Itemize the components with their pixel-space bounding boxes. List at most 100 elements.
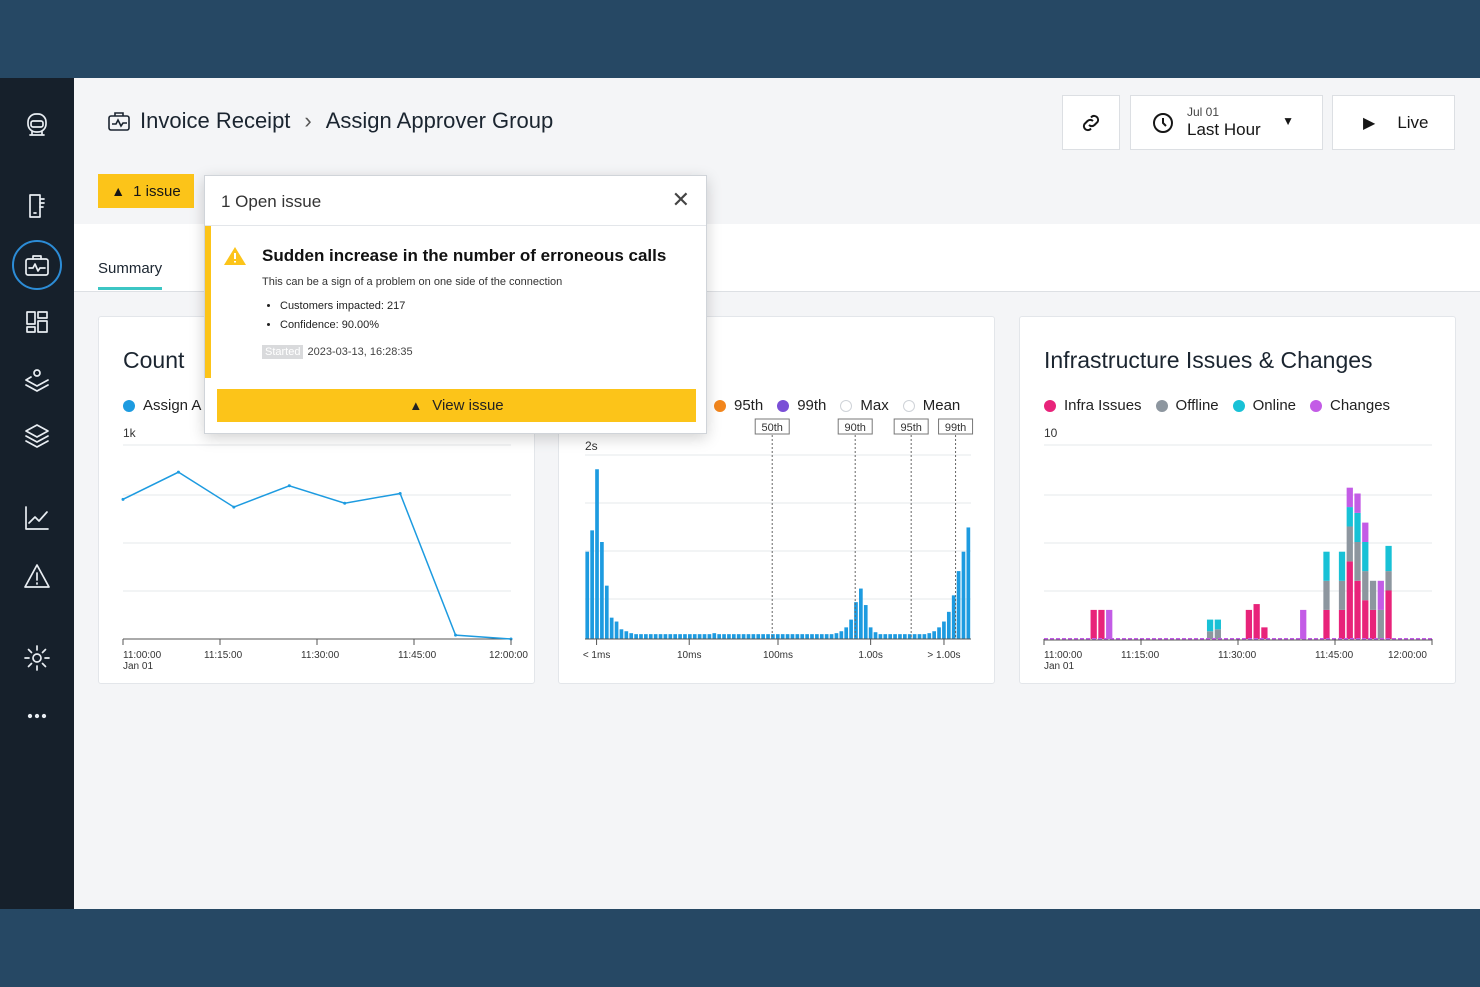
histogram-bar xyxy=(717,634,722,639)
histogram-bar xyxy=(854,602,858,639)
percentile-marker-label: 50th xyxy=(761,422,782,434)
histogram-bar xyxy=(775,634,780,639)
histogram-bar xyxy=(644,634,648,639)
breadcrumb-current: Assign Approver Group xyxy=(325,108,554,133)
x-tick-label: 1.00s xyxy=(858,650,882,661)
stacked-bar-segment xyxy=(1362,542,1369,572)
histogram-bar xyxy=(937,627,941,639)
histogram-bar xyxy=(868,627,873,639)
more-icon[interactable] xyxy=(19,698,55,734)
time-date: Jul 01 xyxy=(1187,105,1220,120)
histogram-bar xyxy=(902,634,907,639)
stacked-bar-segment xyxy=(1369,580,1377,610)
robot-icon[interactable] xyxy=(19,106,55,142)
issue-chip[interactable]: ▲ 1 issue xyxy=(98,174,194,208)
popup-header: 1 Open issue ✕ xyxy=(205,176,706,226)
x-tick-label: 12:00:00 xyxy=(489,650,528,661)
percentile-marker-label: 95th xyxy=(900,422,921,434)
view-issue-button[interactable]: ▲ View issue xyxy=(217,389,696,422)
histogram-bar xyxy=(648,634,653,639)
document-icon[interactable] xyxy=(19,188,55,224)
x-tick-label: > 1.00s xyxy=(927,650,960,661)
issue-chip-label: 1 issue xyxy=(133,182,181,200)
histogram-bar xyxy=(619,629,624,639)
histogram-bar xyxy=(849,619,853,639)
copy-link-button[interactable] xyxy=(1062,95,1120,150)
x-tick-label: 11:45:00 xyxy=(1315,650,1354,661)
sidebar xyxy=(0,78,74,909)
stacked-bar-segment xyxy=(1323,551,1330,581)
x-tick-label: < 1ms xyxy=(583,650,611,661)
x-tick-label: 11:30:00 xyxy=(301,650,340,661)
stacked-bar-segment xyxy=(1106,609,1113,639)
time-range-select[interactable]: Jul 01 Last Hour ▼ xyxy=(1130,95,1323,150)
alert-icon[interactable] xyxy=(19,558,55,594)
x-tick-sub-label: Jan 01 xyxy=(1044,661,1074,672)
histogram-bar xyxy=(951,595,956,639)
histogram-bar xyxy=(707,634,712,639)
infra-card: Infrastructure Issues & Changes Infra Is… xyxy=(1019,316,1456,684)
histogram-bar xyxy=(790,634,795,639)
histogram-bar xyxy=(658,634,663,639)
open-issue-popup: 1 Open issue ✕ Sudden increase in the nu… xyxy=(204,175,707,434)
stacked-bar-segment xyxy=(1362,571,1369,601)
tab-summary[interactable]: Summary xyxy=(98,260,163,290)
stacked-bar-segment xyxy=(1214,629,1221,639)
x-tick-label: 11:45:00 xyxy=(398,650,437,661)
histogram-bar xyxy=(756,634,761,639)
gear-icon[interactable] xyxy=(19,640,55,676)
x-tick-label: 11:15:00 xyxy=(204,650,243,661)
histogram-bar xyxy=(722,634,726,639)
view-issue-label: View issue xyxy=(432,397,504,414)
histogram-bar xyxy=(668,634,673,639)
histogram-bar xyxy=(663,634,668,639)
x-tick-sub-label: Jan 01 xyxy=(123,661,153,672)
warning-icon: ▲ xyxy=(409,398,423,413)
stacked-bar-segment xyxy=(1354,542,1361,581)
stacked-bar-segment xyxy=(1346,487,1353,508)
stacked-bar-segment xyxy=(1206,631,1214,639)
stacked-bar-segment xyxy=(1354,493,1361,513)
chevron-right-icon: › xyxy=(304,108,312,133)
live-button[interactable]: ▶ Live xyxy=(1332,95,1455,150)
x-tick-label: 11:00:00 xyxy=(123,650,162,661)
histogram-bar xyxy=(810,634,814,639)
stacked-bar-segment xyxy=(1323,580,1330,610)
warning-icon: ▲ xyxy=(111,183,126,199)
stacked-bar-segment xyxy=(1300,609,1307,639)
popup-header-label: 1 Open issue xyxy=(221,192,322,211)
stacked-bar-segment xyxy=(1377,580,1384,610)
live-label: Live xyxy=(1397,112,1429,132)
dashboard-icon[interactable] xyxy=(19,304,55,340)
breadcrumb-parent[interactable]: Invoice Receipt xyxy=(140,108,290,134)
data-point xyxy=(176,470,180,474)
play-icon: ▶ xyxy=(1363,114,1376,132)
histogram-bar xyxy=(653,634,658,639)
histogram-bar xyxy=(629,633,634,639)
stacked-bar-segment xyxy=(1362,522,1369,542)
data-point xyxy=(454,633,458,637)
histogram-bar xyxy=(746,634,751,639)
infra-stacked-bar-chart: 10 11:00:00 11:15:00 11:30:00 11:45:00 12:00:… xyxy=(1043,426,1433,672)
histogram-bar xyxy=(819,634,824,639)
histogram-bar xyxy=(946,611,951,639)
stacked-bar-segment xyxy=(1206,619,1214,632)
histogram-bar xyxy=(741,634,746,639)
stacked-bar-segment xyxy=(1377,609,1384,639)
histogram-bar xyxy=(917,634,922,639)
caret-down-icon: ▼ xyxy=(1282,114,1294,128)
briefcase-pulse-icon[interactable] xyxy=(12,240,62,290)
layers-icon[interactable] xyxy=(19,418,55,454)
data-point xyxy=(343,501,347,505)
stacked-bar-segment xyxy=(1245,609,1253,639)
histogram-bar xyxy=(712,633,717,639)
histogram-bar xyxy=(863,605,868,639)
histogram-bar xyxy=(805,634,809,639)
stack-person-icon[interactable] xyxy=(19,362,55,398)
histogram-bar xyxy=(898,634,902,639)
histogram-bar xyxy=(873,632,878,639)
stacked-bar-segment xyxy=(1346,561,1353,639)
chart-icon[interactable] xyxy=(19,500,55,536)
histogram-bar xyxy=(893,634,897,639)
close-icon[interactable]: ✕ xyxy=(672,189,690,211)
